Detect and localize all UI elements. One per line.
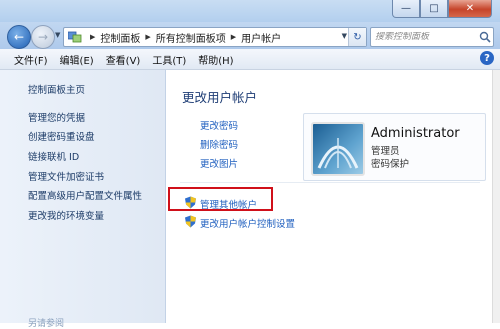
change-password-link[interactable]: 更改密码 (200, 118, 238, 132)
window-controls: — □ ✕ (392, 0, 492, 18)
left-task-pane: 控制面板主页 管理您的凭据 创建密码重设盘 链接联机 ID 管理文件加密证书 配… (0, 70, 166, 323)
menu-help[interactable]: 帮助(H) (192, 52, 239, 67)
account-picture[interactable] (311, 122, 365, 176)
page-title: 更改用户帐户 (182, 90, 258, 105)
close-button[interactable]: ✕ (448, 0, 492, 18)
account-type: 管理员 (371, 146, 400, 157)
breadcrumb-user-accounts[interactable]: 用户帐户 (241, 30, 281, 45)
sidebar-item-encryption-certificates[interactable]: 管理文件加密证书 (28, 169, 104, 183)
breadcrumb-separator-icon: ▶ (145, 33, 151, 41)
address-dropdown-icon[interactable]: ▼ (342, 32, 347, 40)
breadcrumb-separator-icon: ▶ (230, 33, 237, 41)
recent-pages-dropdown[interactable]: ▼ (55, 31, 60, 39)
minimize-button[interactable]: — (392, 0, 420, 18)
change-picture-link[interactable]: 更改图片 (200, 156, 238, 170)
divider (180, 182, 480, 183)
highlight-box (168, 187, 273, 211)
uac-shield-icon (184, 215, 197, 228)
control-panel-icon (67, 31, 82, 43)
menu-edit[interactable]: 编辑(E) (54, 52, 100, 67)
menu-file[interactable]: 文件(F) (8, 52, 54, 67)
change-uac-settings-link[interactable]: 更改用户帐户控制设置 (200, 216, 295, 230)
address-bar[interactable]: ▶ 控制面板 ▶ 所有控制面板项 ▶ 用户帐户 ▼ ↻ (63, 27, 367, 47)
account-name: Administrator (371, 126, 460, 141)
sidebar-item-password-reset-disk[interactable]: 创建密码重设盘 (28, 129, 95, 143)
menu-tools[interactable]: 工具(T) (146, 52, 192, 67)
search-input[interactable] (371, 32, 479, 42)
search-icon[interactable] (479, 31, 491, 43)
remove-password-link[interactable]: 删除密码 (200, 137, 238, 151)
scrollbar[interactable] (492, 70, 500, 323)
breadcrumb-separator-icon: ▶ (90, 33, 96, 41)
back-button[interactable]: ← (7, 25, 31, 49)
sidebar-item-link-online-id[interactable]: 链接联机 ID (28, 149, 79, 163)
maximize-button[interactable]: □ (420, 0, 448, 18)
refresh-button[interactable]: ↻ (348, 28, 366, 46)
account-password-status: 密码保护 (371, 159, 410, 170)
forward-button[interactable]: → (31, 25, 55, 49)
sidebar-item-manage-credentials[interactable]: 管理您的凭据 (28, 110, 85, 124)
breadcrumb-all-items[interactable]: 所有控制面板项 (156, 30, 226, 45)
menu-bar: 文件(F) 编辑(E) 查看(V) 工具(T) 帮助(H) (0, 49, 500, 70)
sidebar-item-profile-properties[interactable]: 配置高级用户配置文件属性 (28, 188, 142, 202)
menu-view[interactable]: 查看(V) (100, 52, 147, 67)
control-panel-home-link[interactable]: 控制面板主页 (28, 82, 85, 96)
sidebar-item-environment-variables[interactable]: 更改我的环境变量 (28, 208, 104, 222)
search-box[interactable] (370, 27, 494, 47)
breadcrumb-control-panel[interactable]: 控制面板 (100, 30, 140, 45)
help-icon[interactable]: ? (480, 51, 494, 65)
